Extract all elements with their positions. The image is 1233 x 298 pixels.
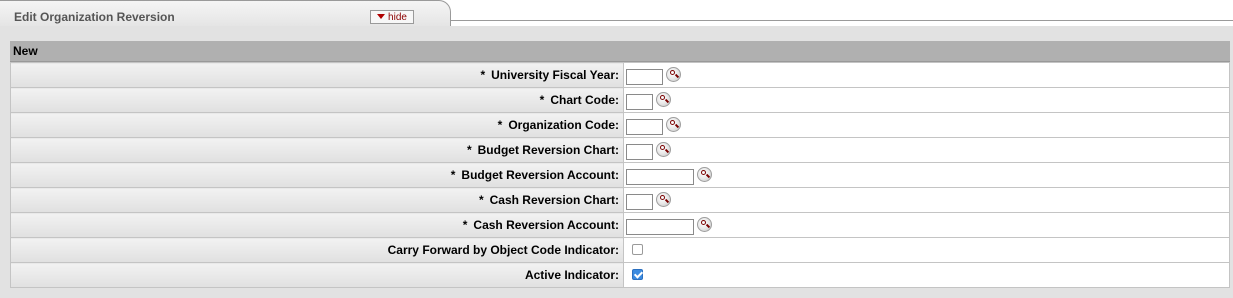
tab-divider xyxy=(450,20,1233,21)
label-text: Chart Code: xyxy=(550,93,619,107)
section-header: New xyxy=(10,41,1230,62)
field-cell xyxy=(623,112,1230,138)
hide-label: hide xyxy=(388,12,407,23)
field-cell xyxy=(623,262,1230,288)
magnifier-icon[interactable] xyxy=(656,92,671,107)
required-marker: * xyxy=(450,168,456,182)
carry-forward-checkbox[interactable] xyxy=(632,244,643,256)
magnifier-icon[interactable] xyxy=(697,217,712,232)
row-carry-forward-indicator: Carry Forward by Object Code Indicator: xyxy=(10,237,1230,263)
label-text: University Fiscal Year: xyxy=(491,68,619,82)
required-marker: * xyxy=(539,93,545,107)
row-organization-code: * Organization Code: xyxy=(10,112,1230,138)
label-text: Cash Reversion Account: xyxy=(473,218,619,232)
field-label: * Organization Code: xyxy=(10,112,624,138)
field-cell xyxy=(623,162,1230,188)
row-cash-reversion-chart: * Cash Reversion Chart: xyxy=(10,187,1230,213)
budget-reversion-account-input[interactable] xyxy=(626,169,694,185)
field-label: * Cash Reversion Account: xyxy=(10,212,624,238)
required-marker: * xyxy=(480,68,486,82)
university-fiscal-year-input[interactable] xyxy=(626,69,663,85)
magnifier-icon[interactable] xyxy=(656,192,671,207)
required-marker: * xyxy=(478,193,484,207)
field-cell xyxy=(623,62,1230,88)
magnifier-icon[interactable] xyxy=(697,167,712,182)
cash-reversion-chart-input[interactable] xyxy=(626,194,653,210)
row-chart-code: * Chart Code: xyxy=(10,87,1230,113)
form-table: * University Fiscal Year: * Chart Code: * O… xyxy=(10,62,1230,288)
row-university-fiscal-year: * University Fiscal Year: xyxy=(10,62,1230,88)
magnifier-icon[interactable] xyxy=(666,117,681,132)
label-text: Budget Reversion Chart: xyxy=(477,143,619,157)
field-cell xyxy=(623,237,1230,263)
magnifier-icon[interactable] xyxy=(666,67,681,82)
field-label: * Budget Reversion Chart: xyxy=(10,137,624,163)
panel-inner: New * University Fiscal Year: * Chart Code… xyxy=(10,41,1230,288)
chart-code-input[interactable] xyxy=(626,94,653,110)
field-cell xyxy=(623,187,1230,213)
field-label: * Budget Reversion Account: xyxy=(10,162,624,188)
required-marker: * xyxy=(497,118,503,132)
tab-edit-organization-reversion: Edit Organization Reversion hide xyxy=(0,0,451,27)
required-marker: * xyxy=(462,218,468,232)
form-panel: New * University Fiscal Year: * Chart Code… xyxy=(0,26,1233,298)
field-cell xyxy=(623,137,1230,163)
label-text: Carry Forward by Object Code Indicator: xyxy=(387,243,619,257)
active-indicator-checkbox[interactable] xyxy=(632,269,643,281)
field-label: * University Fiscal Year: xyxy=(10,62,624,88)
label-text: Active Indicator: xyxy=(524,268,619,282)
field-label: Active Indicator: xyxy=(10,262,624,288)
magnifier-icon[interactable] xyxy=(656,142,671,157)
triangle-down-icon xyxy=(377,14,386,19)
row-cash-reversion-account: * Cash Reversion Account: xyxy=(10,212,1230,238)
row-active-indicator: Active Indicator: xyxy=(10,262,1230,288)
row-budget-reversion-chart: * Budget Reversion Chart: xyxy=(10,137,1230,163)
tab-title: Edit Organization Reversion xyxy=(14,10,175,24)
hide-button[interactable]: hide xyxy=(370,10,414,24)
required-marker: * xyxy=(466,143,472,157)
field-label: * Cash Reversion Chart: xyxy=(10,187,624,213)
field-cell xyxy=(623,87,1230,113)
field-label: Carry Forward by Object Code Indicator: xyxy=(10,237,624,263)
cash-reversion-account-input[interactable] xyxy=(626,219,694,235)
label-text: Organization Code: xyxy=(508,118,619,132)
budget-reversion-chart-input[interactable] xyxy=(626,144,653,160)
label-text: Budget Reversion Account: xyxy=(461,168,619,182)
organization-code-input[interactable] xyxy=(626,119,663,135)
field-cell xyxy=(623,212,1230,238)
row-budget-reversion-account: * Budget Reversion Account: xyxy=(10,162,1230,188)
field-label: * Chart Code: xyxy=(10,87,624,113)
label-text: Cash Reversion Chart: xyxy=(489,193,619,207)
